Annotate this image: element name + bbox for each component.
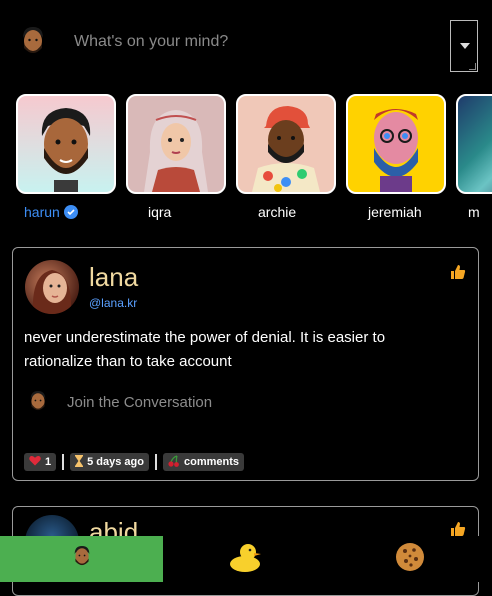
nav-tab-cookie[interactable] <box>327 536 492 582</box>
divider <box>62 454 65 470</box>
post-card: lana @lana.kr never underestimate the po… <box>12 247 479 481</box>
post-handle[interactable]: @lana.kr <box>89 296 137 310</box>
cherries-icon <box>168 454 180 470</box>
cookie-icon <box>395 542 425 577</box>
commenter-avatar <box>27 388 49 416</box>
comment-composer[interactable]: Join the Conversation <box>27 388 212 416</box>
composer-input[interactable]: What's on your mind? <box>74 33 228 51</box>
post-time: 5 days ago <box>87 456 144 468</box>
post-text: never underestimate the power of denial.… <box>24 329 386 370</box>
comments-label: comments <box>183 456 240 468</box>
bottom-nav <box>0 536 492 582</box>
time-badge: 5 days ago <box>70 453 149 471</box>
current-user-avatar[interactable] <box>18 24 48 60</box>
likes-count: 1 <box>45 456 52 468</box>
story-name: archie <box>258 204 297 220</box>
story-archie[interactable]: archie <box>236 94 336 220</box>
story-thumbnail[interactable] <box>346 94 446 194</box>
story-name: jeremiah <box>368 204 422 220</box>
composer-dropdown[interactable] <box>450 20 478 72</box>
story-thumbnail[interactable] <box>126 94 226 194</box>
post-author[interactable]: lana <box>89 262 138 293</box>
post-meta: 1 5 days ago comments <box>24 453 245 471</box>
chevron-down-icon <box>460 43 470 49</box>
comments-button[interactable]: comments <box>162 453 245 471</box>
story-thumbnail[interactable] <box>236 94 336 194</box>
likes-badge[interactable]: 1 <box>24 453 57 471</box>
story-harun[interactable]: harun <box>16 94 116 220</box>
stories-row: harun iqra archie jeremiah m <box>0 94 492 224</box>
hourglass-icon <box>75 454 84 470</box>
verified-icon <box>63 205 78 219</box>
thumbs-up-icon[interactable] <box>450 264 466 285</box>
divider <box>154 454 157 470</box>
story-jeremiah[interactable]: jeremiah <box>346 94 446 220</box>
duck-icon <box>228 541 262 578</box>
profile-icon <box>71 543 93 576</box>
story-m[interactable]: m <box>456 94 492 220</box>
post-composer: What's on your mind? <box>0 0 492 80</box>
story-thumbnail[interactable] <box>16 94 116 194</box>
nav-tab-profile[interactable] <box>0 536 163 582</box>
nav-tab-duck[interactable] <box>163 536 327 582</box>
story-name: iqra <box>148 204 172 220</box>
story-name: m <box>468 204 480 220</box>
story-iqra[interactable]: iqra <box>126 94 226 220</box>
story-name: harun <box>24 204 60 220</box>
author-avatar[interactable] <box>25 260 79 314</box>
resize-handle[interactable] <box>469 63 476 70</box>
heart-icon <box>29 455 41 469</box>
story-thumbnail[interactable] <box>456 94 492 194</box>
comment-input[interactable]: Join the Conversation <box>67 394 212 411</box>
